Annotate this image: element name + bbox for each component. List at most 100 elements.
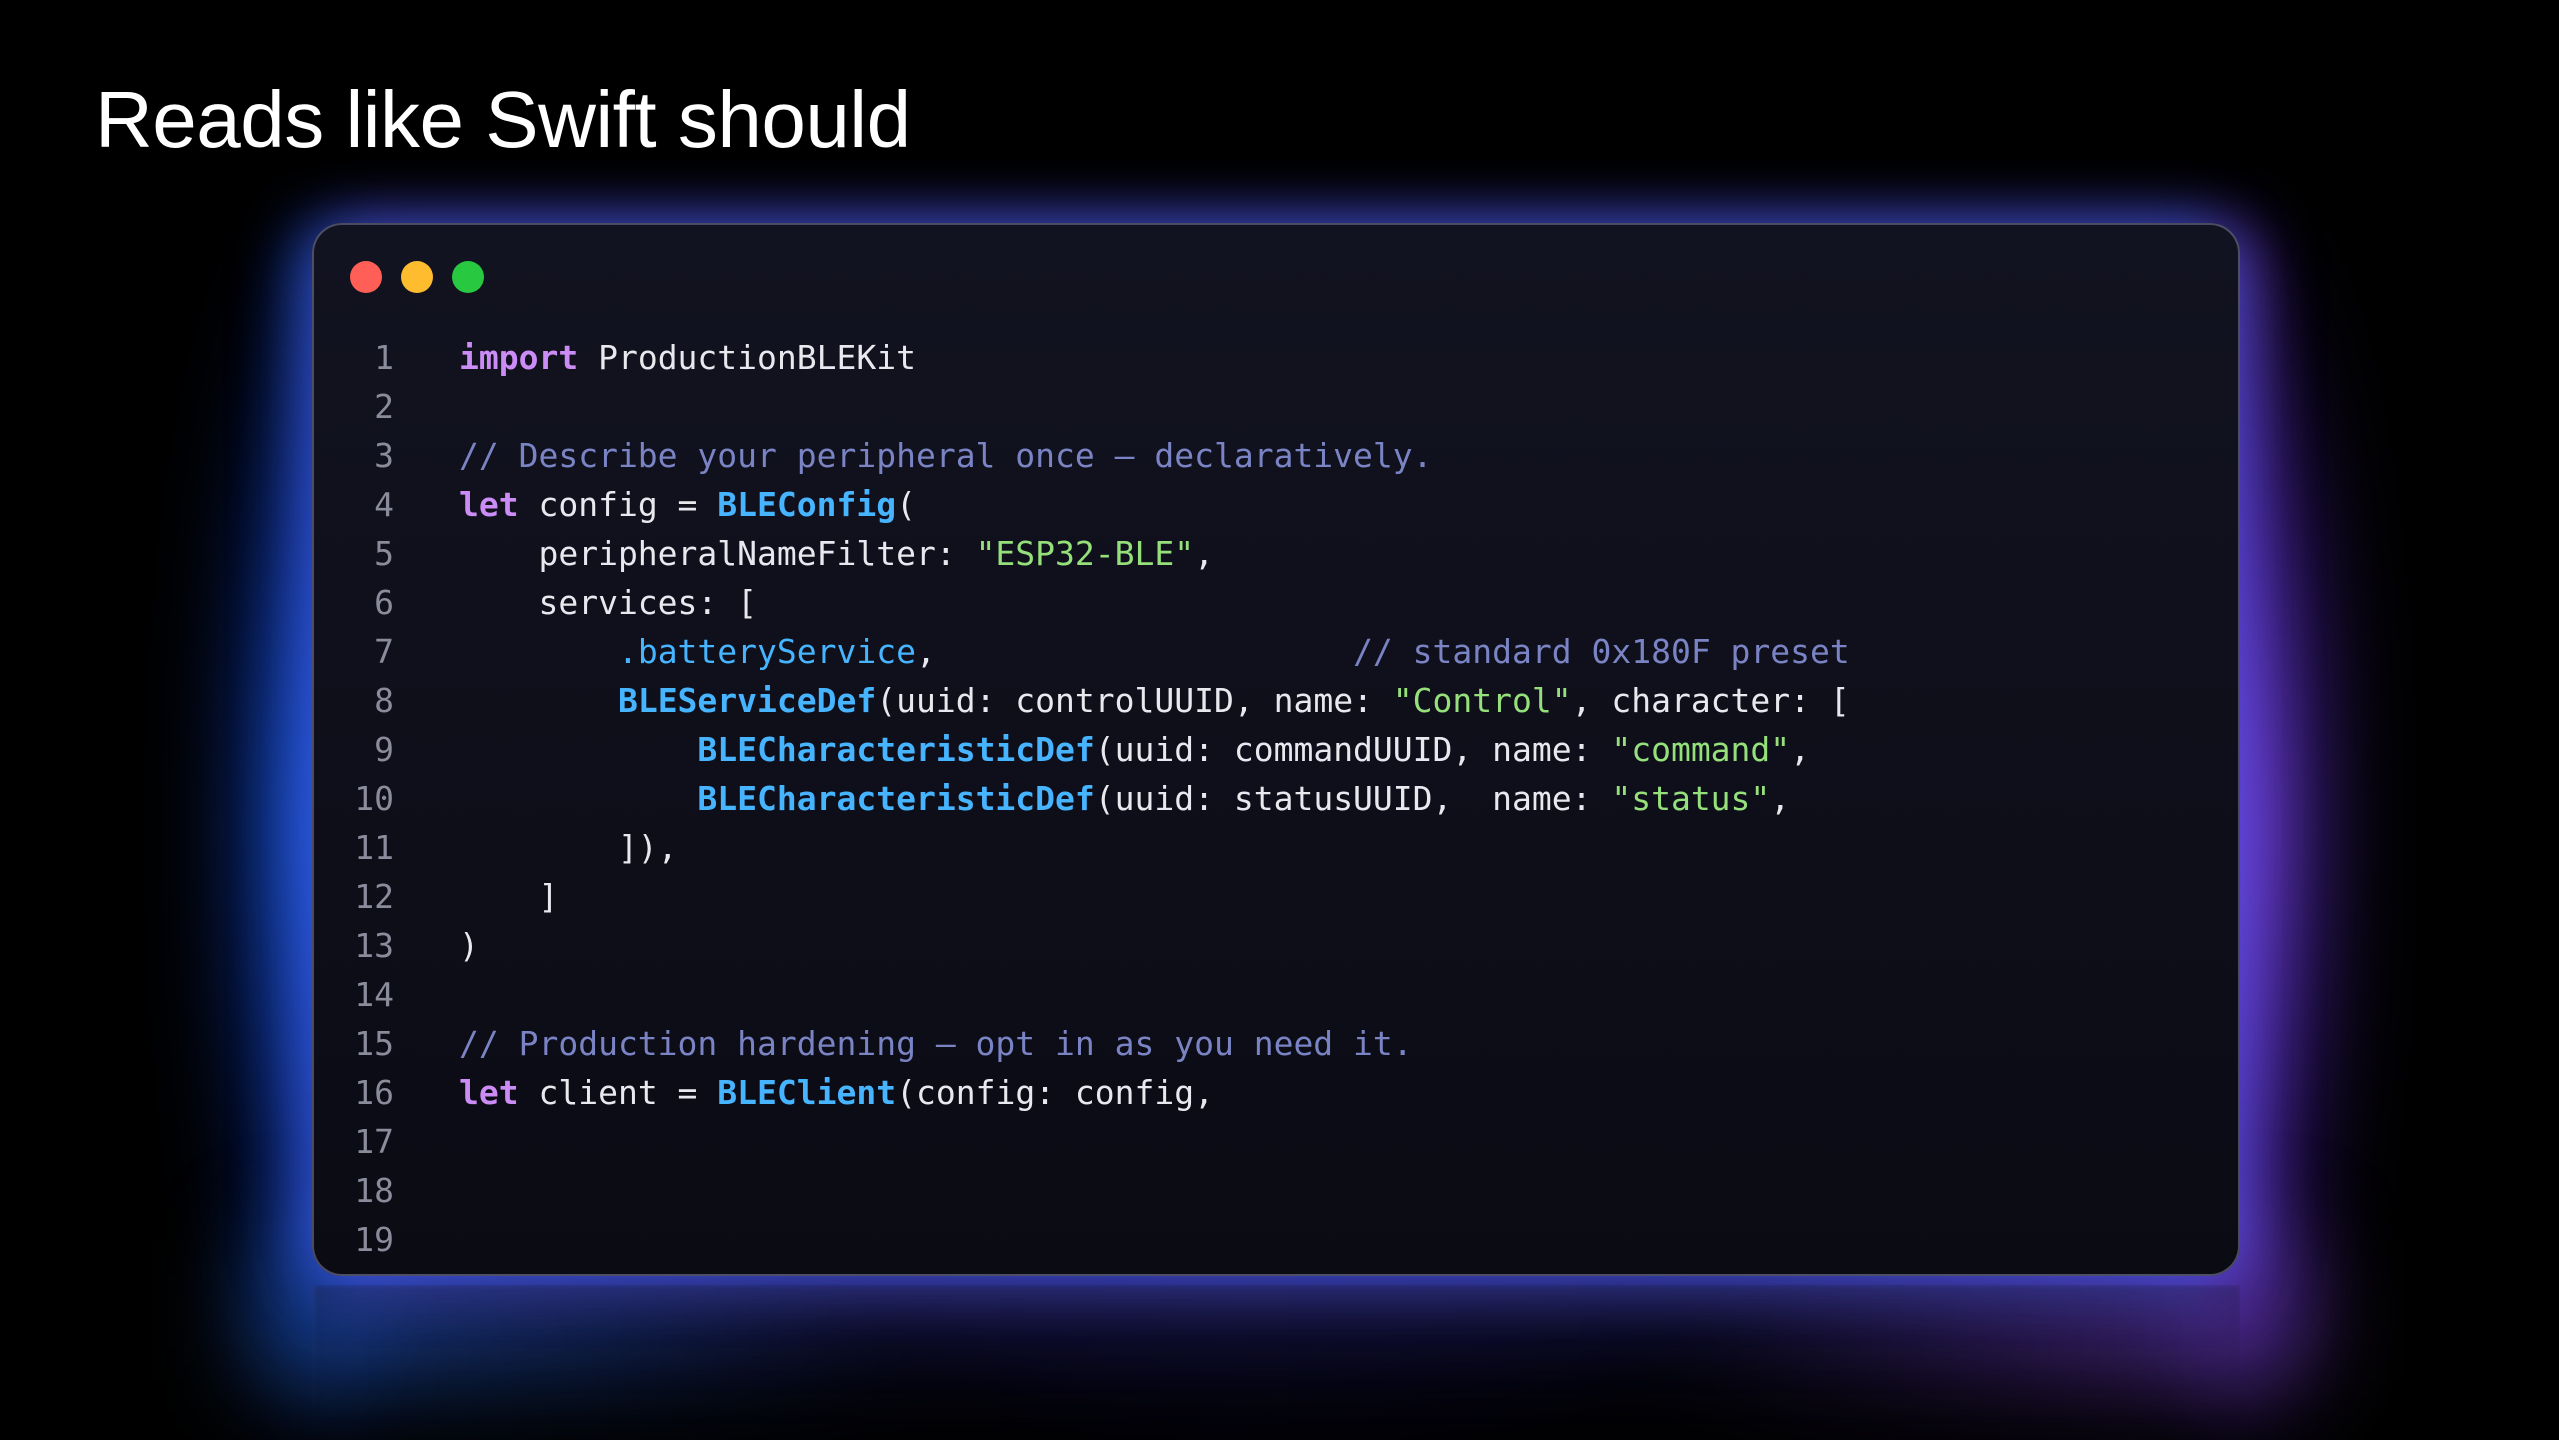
code-token: ( xyxy=(896,485,916,524)
code-line: 16 let client = BLEClient(config: config, xyxy=(314,1068,2238,1117)
code-token: "command" xyxy=(1611,730,1791,769)
code-token: (uuid: statusUUID, name: xyxy=(1094,779,1612,818)
code-line: 4 let config = BLEConfig( xyxy=(314,480,2238,529)
zoom-window-button[interactable] xyxy=(452,261,484,293)
code-editor-window: 1 import ProductionBLEKit 2 3 // Describe yo… xyxy=(312,223,2240,1276)
code-token: (uuid: controlUUID, name: xyxy=(876,681,1393,720)
code-line: 5 peripheralNameFilter: "ESP32-BLE", xyxy=(314,529,2238,578)
line-number: 13 xyxy=(354,926,394,965)
code-token: let xyxy=(459,485,519,524)
code-line: 1 import ProductionBLEKit xyxy=(314,333,2238,382)
code-token: // standard 0x180F preset xyxy=(1353,632,1850,671)
page-title: Reads like Swift should xyxy=(95,75,911,164)
line-number: 16 xyxy=(354,1073,394,1112)
line-number: 8 xyxy=(374,681,394,720)
code-token: , xyxy=(915,632,1354,671)
code-line: 8 BLEServiceDef(uuid: controlUUID, name:… xyxy=(314,676,2238,725)
code-token: BLECharacteristicDef xyxy=(697,779,1095,818)
code-text: ) xyxy=(459,921,479,970)
line-number: 3 xyxy=(374,436,394,475)
close-window-button[interactable] xyxy=(350,261,382,293)
line-number: 10 xyxy=(354,779,394,818)
code-token: BLEClient xyxy=(717,1073,897,1112)
code-line: 9 BLECharacteristicDef(uuid: commandUUID… xyxy=(314,725,2238,774)
code-line: 7 .batteryService, // standard 0x180F pr… xyxy=(314,627,2238,676)
code-line: 10 BLECharacteristicDef(uuid: statusUUID… xyxy=(314,774,2238,823)
code-text: .batteryService, // standard 0x180F pres… xyxy=(459,627,1850,676)
code-text: // Production hardening — opt in as you … xyxy=(459,1019,1413,1068)
code-token: "Control" xyxy=(1392,681,1572,720)
line-number: 18 xyxy=(354,1171,394,1210)
editor-reflection xyxy=(312,1285,2240,1440)
code-text: services: [ xyxy=(459,578,757,627)
code-token: , character: [ xyxy=(1571,681,1850,720)
code-token: // Describe your peripheral once — decla… xyxy=(459,436,1433,475)
code-text: ] xyxy=(459,872,558,921)
code-line: 18 xyxy=(314,1166,2238,1215)
code-token: let xyxy=(459,1073,519,1112)
code-token: // Production hardening — opt in as you … xyxy=(459,1024,1413,1063)
code-text: BLECharacteristicDef(uuid: commandUUID, … xyxy=(459,725,1810,774)
code-token: BLEConfig xyxy=(717,485,897,524)
code-token: BLEServiceDef xyxy=(617,681,877,720)
reflection-surface xyxy=(312,1285,2240,1440)
code-text: import ProductionBLEKit xyxy=(459,333,916,382)
code-token: ]), xyxy=(459,828,678,867)
code-token: ) xyxy=(459,926,479,965)
line-number: 19 xyxy=(354,1220,394,1259)
code-token: BLECharacteristicDef xyxy=(697,730,1095,769)
code-line: 11 ]), xyxy=(314,823,2238,872)
code-text: // Describe your peripheral once — decla… xyxy=(459,431,1433,480)
line-number: 6 xyxy=(374,583,394,622)
code-line: 2 xyxy=(314,382,2238,431)
line-number: 9 xyxy=(374,730,394,769)
window-controls xyxy=(350,261,484,293)
line-number: 1 xyxy=(374,338,394,377)
code-token: "status" xyxy=(1611,779,1771,818)
code-line: 17 xyxy=(314,1117,2238,1166)
code-token: , xyxy=(1790,730,1811,769)
code-token: , xyxy=(1194,534,1214,573)
code-text: ]), xyxy=(459,823,678,872)
code-token: services: [ xyxy=(459,583,758,622)
slide-stage: Reads like Swift should 1 import Producti… xyxy=(0,0,2559,1440)
line-number: 12 xyxy=(354,877,394,916)
code-line: 12 ] xyxy=(314,872,2238,921)
line-number: 2 xyxy=(374,387,394,426)
code-area[interactable]: 1 import ProductionBLEKit 2 3 // Describe yo… xyxy=(314,333,2238,1264)
code-token: "ESP32-BLE" xyxy=(975,534,1195,573)
line-number: 14 xyxy=(354,975,394,1014)
line-number: 17 xyxy=(354,1122,394,1161)
code-line: 14 xyxy=(314,970,2238,1019)
code-token: ProductionBLEKit xyxy=(578,338,916,377)
code-token: config = xyxy=(518,485,718,524)
code-line: 15 // Production hardening — opt in as yo… xyxy=(314,1019,2238,1068)
code-token: .batteryService xyxy=(617,632,916,671)
line-number: 4 xyxy=(374,485,394,524)
code-line: 19 xyxy=(314,1215,2238,1264)
code-token: (uuid: commandUUID, name: xyxy=(1094,730,1612,769)
line-number: 5 xyxy=(374,534,394,573)
code-token: client = xyxy=(518,1073,718,1112)
line-number: 15 xyxy=(354,1024,394,1063)
code-text: peripheralNameFilter: "ESP32-BLE", xyxy=(459,529,1214,578)
code-token: , xyxy=(1770,779,1791,818)
code-token: import xyxy=(459,338,579,377)
code-text: let config = BLEConfig( xyxy=(459,480,916,529)
code-token: ] xyxy=(459,877,559,916)
code-text: BLECharacteristicDef(uuid: statusUUID, n… xyxy=(459,774,1790,823)
code-line: 13) xyxy=(314,921,2238,970)
code-line: 3 // Describe your peripheral once — decl… xyxy=(314,431,2238,480)
line-number: 7 xyxy=(374,632,394,671)
code-token: (config: config, xyxy=(896,1073,1214,1112)
minimize-window-button[interactable] xyxy=(401,261,433,293)
code-line: 6 services: [ xyxy=(314,578,2238,627)
code-text: BLEServiceDef(uuid: controlUUID, name: "… xyxy=(459,676,1850,725)
line-number: 11 xyxy=(354,828,394,867)
code-text: let client = BLEClient(config: config, xyxy=(459,1068,1214,1117)
code-token: peripheralNameFilter: xyxy=(459,534,976,573)
